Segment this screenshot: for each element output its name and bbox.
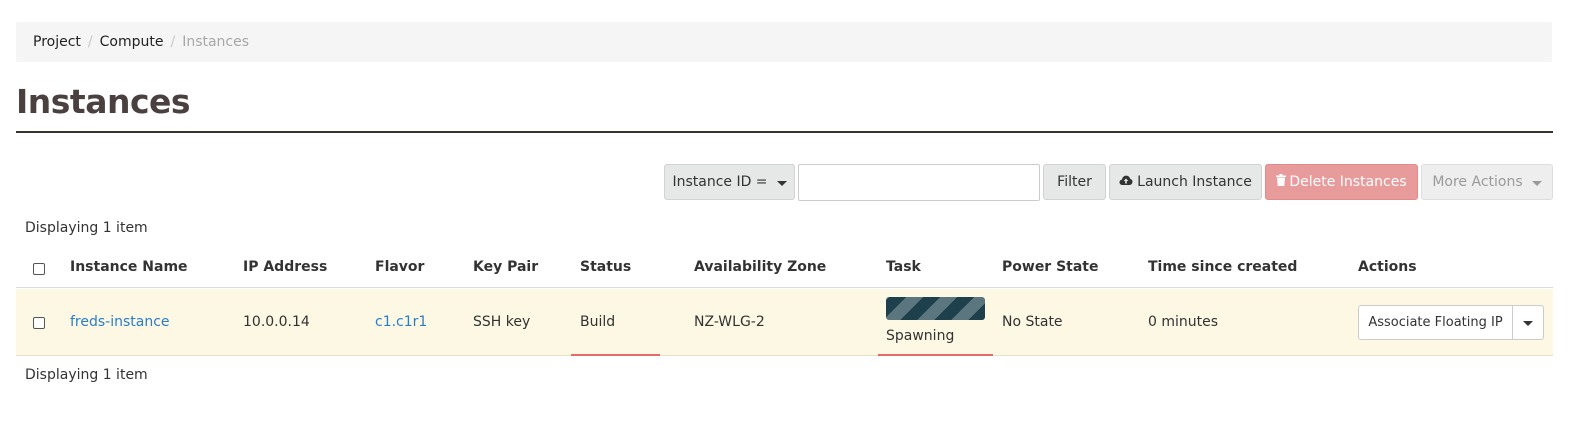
delete-instances-button[interactable]: Delete Instances <box>1265 164 1418 200</box>
column-ip-address[interactable]: IP Address <box>243 259 327 275</box>
title-divider <box>16 131 1553 133</box>
cloud-upload-icon <box>1119 174 1133 190</box>
column-task[interactable]: Task <box>886 259 921 275</box>
availability-zone-cell: NZ-WLG-2 <box>694 314 765 330</box>
status-cell: Build <box>580 314 616 330</box>
chevron-down-icon <box>1523 321 1533 326</box>
row-select-checkbox[interactable] <box>33 317 45 329</box>
filter-input[interactable] <box>798 164 1040 201</box>
column-actions: Actions <box>1358 259 1417 275</box>
instance-name-link[interactable]: freds-instance <box>70 314 170 330</box>
breadcrumb-separator: / <box>87 34 93 50</box>
task-progress-bar <box>886 297 985 320</box>
key-pair-cell: SSH key <box>473 314 531 330</box>
breadcrumb-instances: Instances <box>182 34 250 50</box>
filter-button-label: Filter <box>1057 174 1092 190</box>
associate-floating-ip-label: Associate Floating IP <box>1368 315 1503 330</box>
column-time-since-created[interactable]: Time since created <box>1148 259 1297 275</box>
more-actions-button[interactable]: More Actions <box>1421 164 1553 200</box>
breadcrumb-separator: / <box>170 34 176 50</box>
task-underline <box>878 354 993 356</box>
breadcrumb-project[interactable]: Project <box>33 34 81 50</box>
power-state-cell: No State <box>1002 314 1063 330</box>
filter-type-label: Instance ID = <box>672 174 768 190</box>
filter-type-dropdown[interactable]: Instance ID = <box>664 164 795 200</box>
flavor-link[interactable]: c1.c1r1 <box>375 314 427 330</box>
ip-address-cell: 10.0.0.14 <box>243 314 310 330</box>
row-actions-group: Associate Floating IP <box>1358 305 1544 340</box>
status-underline <box>571 354 660 356</box>
time-since-created-cell: 0 minutes <box>1148 314 1219 330</box>
breadcrumb: Project / Compute / Instances <box>16 22 1552 62</box>
column-key-pair[interactable]: Key Pair <box>473 259 538 275</box>
more-actions-label: More Actions <box>1432 174 1523 190</box>
task-cell: Spawning <box>886 328 955 344</box>
chevron-down-icon <box>1531 180 1542 186</box>
trash-icon <box>1276 174 1287 190</box>
delete-instances-label: Delete Instances <box>1289 174 1407 190</box>
select-all-checkbox[interactable] <box>33 263 45 275</box>
column-instance-name[interactable]: Instance Name <box>70 259 188 275</box>
associate-floating-ip-button[interactable]: Associate Floating IP <box>1358 305 1513 340</box>
column-power-state[interactable]: Power State <box>1002 259 1099 275</box>
breadcrumb-compute[interactable]: Compute <box>100 34 164 50</box>
row-actions-dropdown-toggle[interactable] <box>1513 305 1544 340</box>
launch-instance-label: Launch Instance <box>1137 174 1252 190</box>
column-availability-zone[interactable]: Availability Zone <box>694 259 826 275</box>
item-count-top: Displaying 1 item <box>25 220 148 236</box>
launch-instance-button[interactable]: Launch Instance <box>1109 164 1262 200</box>
filter-button[interactable]: Filter <box>1043 164 1106 200</box>
page-title: Instances <box>16 82 191 121</box>
column-flavor[interactable]: Flavor <box>375 259 424 275</box>
item-count-bottom: Displaying 1 item <box>25 367 148 383</box>
chevron-down-icon <box>776 180 787 186</box>
column-status[interactable]: Status <box>580 259 631 275</box>
